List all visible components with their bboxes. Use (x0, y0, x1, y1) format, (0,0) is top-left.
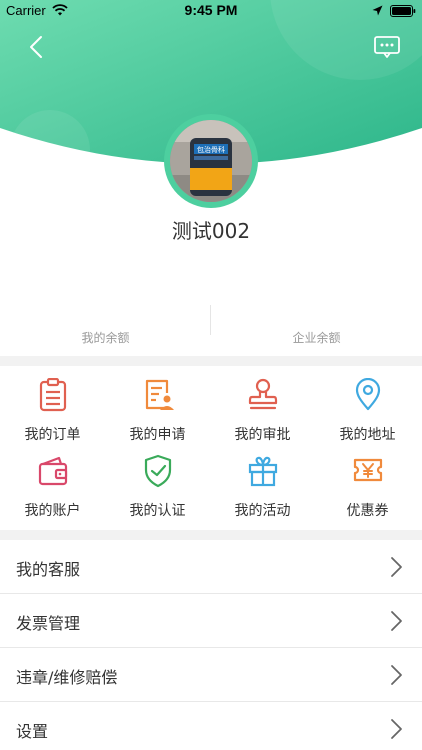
grid-label: 我的订单 (24, 427, 81, 443)
status-bar: Carrier 9:45 PM (0, 0, 422, 22)
coupon-yen-icon (353, 458, 383, 482)
grid-label: 我的审批 (234, 427, 291, 443)
enterprise-balance-label: 企业余额 (292, 331, 341, 345)
feature-grid: 我的订单 我的申请 我的审批 我的地址 我的账户 我的认证 我的活动 优惠券 (0, 366, 422, 530)
chevron-right-icon (391, 557, 402, 577)
avatar-sign-text: 包治骨科 (197, 145, 225, 154)
grid-label: 我的账户 (24, 503, 81, 519)
grid-item-address[interactable]: 我的地址 (315, 366, 420, 443)
grid-label: 我的地址 (339, 427, 396, 443)
section-divider (0, 530, 422, 540)
grid-item-verification[interactable]: 我的认证 (105, 442, 210, 519)
battery-icon (390, 5, 416, 17)
balance-section: 我的余额 企业余额 (0, 305, 422, 355)
personal-balance[interactable]: 我的余额 (0, 305, 211, 355)
list-item-settings[interactable]: 设置 (0, 702, 422, 750)
grid-label: 优惠券 (346, 503, 389, 519)
message-button[interactable] (372, 34, 402, 60)
grid-item-account[interactable]: 我的账户 (0, 442, 105, 519)
chevron-left-icon (30, 36, 42, 58)
list-item-label: 设置 (16, 722, 49, 741)
clipboard-list-icon (39, 378, 67, 412)
form-user-icon (145, 379, 174, 410)
section-divider (0, 356, 422, 366)
chevron-right-icon (391, 611, 402, 631)
list-item-label: 我的客服 (16, 560, 81, 579)
personal-balance-label: 我的余额 (81, 331, 130, 345)
message-dots-icon (374, 36, 400, 58)
grid-item-applications[interactable]: 我的申请 (105, 366, 210, 443)
grid-label: 我的认证 (129, 503, 186, 519)
shield-check-icon (144, 454, 172, 488)
list-item-customer-service[interactable]: 我的客服 (0, 540, 422, 594)
avatar-photo: 包治骨科 (170, 120, 252, 202)
grid-label: 我的活动 (234, 503, 291, 519)
grid-item-coupons[interactable]: 优惠券 (315, 442, 420, 519)
grid-item-approvals[interactable]: 我的审批 (210, 366, 315, 443)
grid-label: 我的申请 (129, 427, 186, 443)
username: 测试002 (171, 219, 251, 243)
list-item-label: 发票管理 (16, 614, 81, 633)
grid-item-orders[interactable]: 我的订单 (0, 366, 105, 443)
list-item-invoices[interactable]: 发票管理 (0, 594, 422, 648)
enterprise-balance[interactable]: 企业余额 (211, 305, 422, 355)
location-arrow-icon (372, 5, 383, 16)
chevron-right-icon (391, 719, 402, 739)
location-pin-icon (355, 378, 381, 411)
avatar: 包治骨科 (170, 120, 252, 202)
wallet-icon (38, 456, 68, 486)
back-button[interactable] (22, 32, 52, 62)
status-time: 9:45 PM (184, 2, 238, 18)
avatar-frame[interactable]: 包治骨科 (164, 114, 258, 208)
gift-icon (248, 456, 278, 487)
grid-item-activities[interactable]: 我的活动 (210, 442, 315, 519)
chevron-right-icon (391, 665, 402, 685)
list-item-violations[interactable]: 违章/维修赔偿 (0, 648, 422, 702)
settings-list: 我的客服 发票管理 违章/维修赔偿 设置 (0, 540, 422, 750)
stamp-icon (248, 378, 278, 410)
list-item-label: 违章/维修赔偿 (16, 668, 118, 687)
